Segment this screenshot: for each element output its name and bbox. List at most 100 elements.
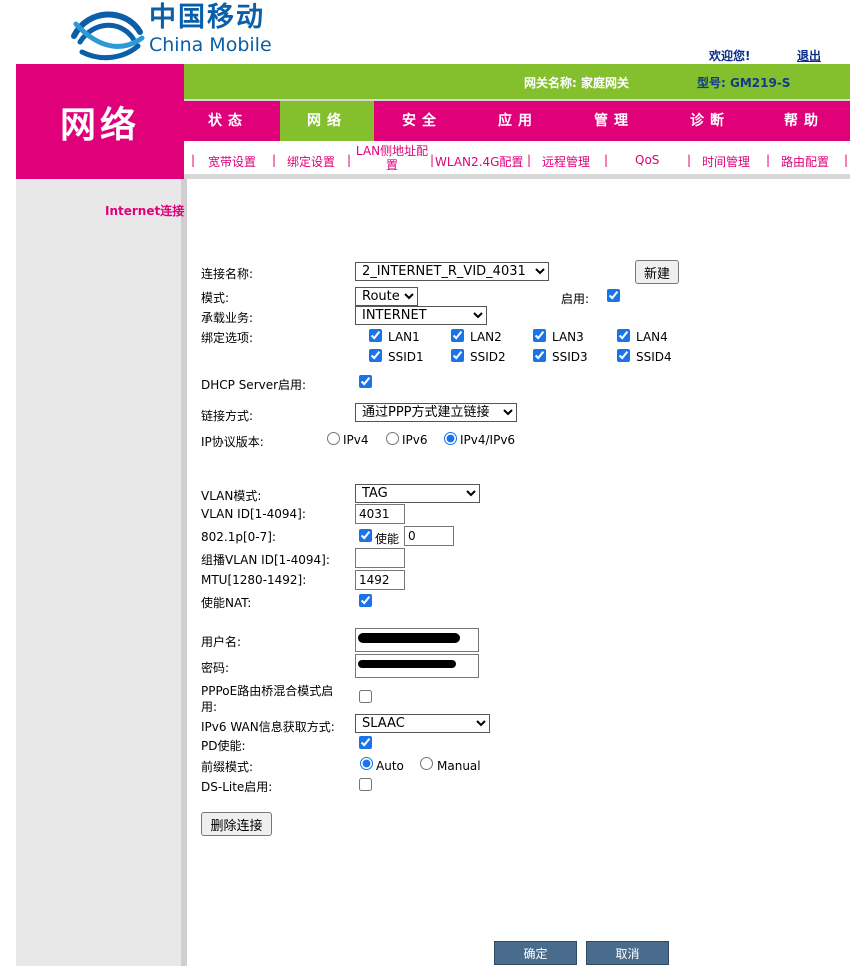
enable-checkbox[interactable]: [607, 289, 620, 302]
sub-nav: | 宽带设置 | 绑定设置 | LAN侧地址配置 | WLAN2.4G配置 | …: [184, 141, 850, 179]
section-title: 网络: [59, 105, 140, 146]
ipver-dual-label: IPv4/IPv6: [460, 433, 516, 447]
subnav-separator: |: [191, 153, 196, 167]
prefix-auto-radio[interactable]: [360, 757, 373, 770]
redaction-mark: [358, 633, 460, 643]
nat-checkbox[interactable]: [359, 594, 372, 607]
mode-select[interactable]: Route: [355, 287, 418, 306]
link-label: 链接方式:: [201, 409, 254, 423]
mtu-input[interactable]: [355, 570, 405, 590]
cancel-button[interactable]: 取消: [586, 941, 669, 965]
subnav-time-mgmt[interactable]: 时间管理: [702, 153, 750, 170]
nav-apps[interactable]: 应用: [470, 101, 566, 141]
bind-lan1-label: LAN1: [388, 330, 420, 344]
dhcp-checkbox[interactable]: [359, 375, 372, 388]
subnav-separator: |: [527, 153, 532, 167]
subnav-separator: |: [687, 153, 692, 167]
pppoe-mix-label: PPPoE路由桥混合模式启: [201, 684, 334, 698]
delete-connection-button[interactable]: 删除连接: [201, 812, 272, 836]
username-label: 用户名:: [201, 635, 242, 649]
service-select[interactable]: INTERNET: [355, 306, 487, 325]
bind-lan3-checkbox[interactable]: [533, 329, 546, 342]
prefix-auto-label: Auto: [376, 759, 404, 773]
redaction-mark: [358, 660, 456, 668]
nat-label: 使能NAT:: [201, 596, 252, 610]
prefix-manual-radio[interactable]: [420, 757, 433, 770]
nav-help[interactable]: 帮助: [758, 101, 850, 141]
subnav-routing[interactable]: 路由配置: [781, 153, 829, 170]
ipver-ipv4-label: IPv4: [343, 433, 369, 447]
subnav-separator: |: [844, 153, 849, 167]
device-model: 型号: GM219-S: [697, 76, 791, 90]
ipver-ipv6-label: IPv6: [402, 433, 428, 447]
subnav-separator: |: [272, 153, 277, 167]
ipver-dual-radio[interactable]: [444, 432, 457, 445]
subnav-binding[interactable]: 绑定设置: [287, 153, 335, 170]
sidebar-divider: [181, 179, 187, 966]
ipver-ipv6-radio[interactable]: [386, 432, 399, 445]
mtu-label: MTU[1280-1492]:: [201, 573, 307, 587]
subnav-separator: |: [430, 153, 435, 167]
subnav-separator: |: [347, 153, 352, 167]
logo-text-en: China Mobile: [149, 34, 272, 56]
ipver-label: IP协议版本:: [201, 435, 264, 449]
sidebar-item-internet[interactable]: Internet连接: [105, 202, 184, 219]
subnav-separator: |: [766, 153, 771, 167]
ipver-ipv4-radio[interactable]: [327, 432, 340, 445]
pd-label: PD使能:: [201, 739, 246, 753]
ipv6wan-select[interactable]: SLAAC: [355, 714, 490, 733]
dslite-checkbox[interactable]: [359, 778, 372, 791]
welcome-text: 欢迎您!: [709, 49, 751, 63]
mode-label: 模式:: [201, 291, 230, 305]
main-nav: 状态 网络 安全 应用 管理 诊断 帮助: [184, 99, 850, 141]
mcast-vlan-label: 组播VLAN ID[1-4094]:: [201, 553, 330, 567]
ipv6wan-label: IPv6 WAN信息获取方式:: [201, 720, 335, 734]
bind-lan1-checkbox[interactable]: [369, 329, 382, 342]
bind-ssid2-checkbox[interactable]: [451, 349, 464, 362]
bind-ssid2-label: SSID2: [470, 350, 506, 364]
subnav-qos[interactable]: QoS: [635, 153, 659, 167]
subnav-wlan24[interactable]: WLAN2.4G配置: [435, 153, 523, 170]
p8021-enable-checkbox[interactable]: [359, 529, 372, 542]
dhcp-label: DHCP Server启用:: [201, 378, 307, 392]
logout-link[interactable]: 退出: [797, 47, 821, 64]
nav-management[interactable]: 管理: [566, 101, 662, 141]
pd-checkbox[interactable]: [359, 736, 372, 749]
subnav-broadband[interactable]: 宽带设置: [208, 153, 256, 170]
conn-name-label: 连接名称:: [201, 267, 254, 281]
conn-name-select[interactable]: 2_INTERNET_R_VID_4031: [355, 262, 549, 281]
bind-ssid4-checkbox[interactable]: [617, 349, 630, 362]
vlan-mode-label: VLAN模式:: [201, 489, 262, 503]
new-button[interactable]: 新建: [635, 260, 679, 284]
vlan-id-label: VLAN ID[1-4094]:: [201, 507, 306, 521]
enable-label: 启用:: [561, 292, 590, 306]
pppoe-mix-checkbox[interactable]: [359, 690, 372, 703]
bind-ssid4-label: SSID4: [636, 350, 672, 364]
mcast-vlan-input[interactable]: [355, 548, 405, 568]
nav-status[interactable]: 状态: [184, 101, 272, 141]
subnav-lan-address[interactable]: LAN侧地址配置: [354, 144, 430, 172]
bind-ssid3-checkbox[interactable]: [533, 349, 546, 362]
service-label: 承载业务:: [201, 311, 254, 325]
nav-network[interactable]: 网络: [280, 101, 374, 141]
nav-diagnostics[interactable]: 诊断: [662, 101, 758, 141]
subnav-separator: |: [604, 153, 609, 167]
bind-lan4-label: LAN4: [636, 330, 668, 344]
prefix-label: 前缀模式:: [201, 760, 254, 774]
p8021-input[interactable]: [404, 526, 454, 546]
bind-ssid1-checkbox[interactable]: [369, 349, 382, 362]
bind-lan4-checkbox[interactable]: [617, 329, 630, 342]
vlan-mode-select[interactable]: TAG: [355, 484, 480, 503]
subnav-remote-mgmt[interactable]: 远程管理: [542, 153, 590, 170]
bind-lan2-checkbox[interactable]: [451, 329, 464, 342]
dslite-label: DS-Lite启用:: [201, 780, 273, 794]
vlan-id-input[interactable]: [355, 504, 405, 524]
gateway-name: 网关名称: 家庭网关: [524, 76, 629, 90]
prefix-manual-label: Manual: [437, 759, 481, 773]
bind-ssid1-label: SSID1: [388, 350, 424, 364]
bind-label: 绑定选项:: [201, 331, 254, 345]
p8021-enable-label: 使能: [375, 532, 400, 546]
nav-security[interactable]: 安全: [374, 101, 470, 141]
link-select[interactable]: 通过PPP方式建立链接: [355, 403, 517, 422]
ok-button[interactable]: 确定: [494, 941, 577, 965]
